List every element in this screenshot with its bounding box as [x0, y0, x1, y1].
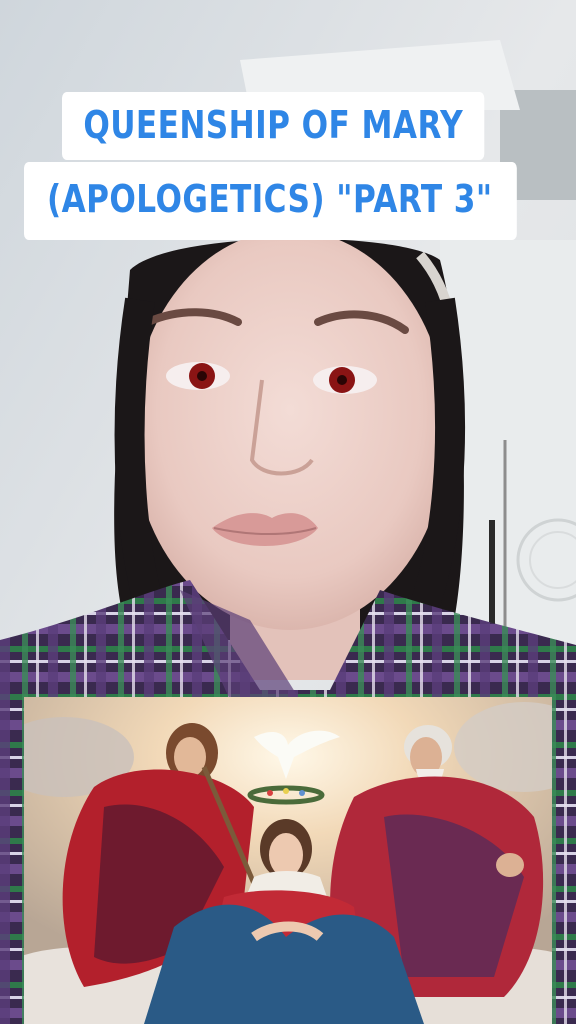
- coronation-painting-inset: [24, 697, 552, 1024]
- video-frame: QUEENSHIP OF MARY (APOLOGETICS) "PART 3": [0, 0, 576, 1024]
- video-caption-line-1: QUEENSHIP OF MARY: [62, 92, 485, 160]
- video-caption-line-2: (APOLOGETICS) "PART 3": [24, 162, 518, 240]
